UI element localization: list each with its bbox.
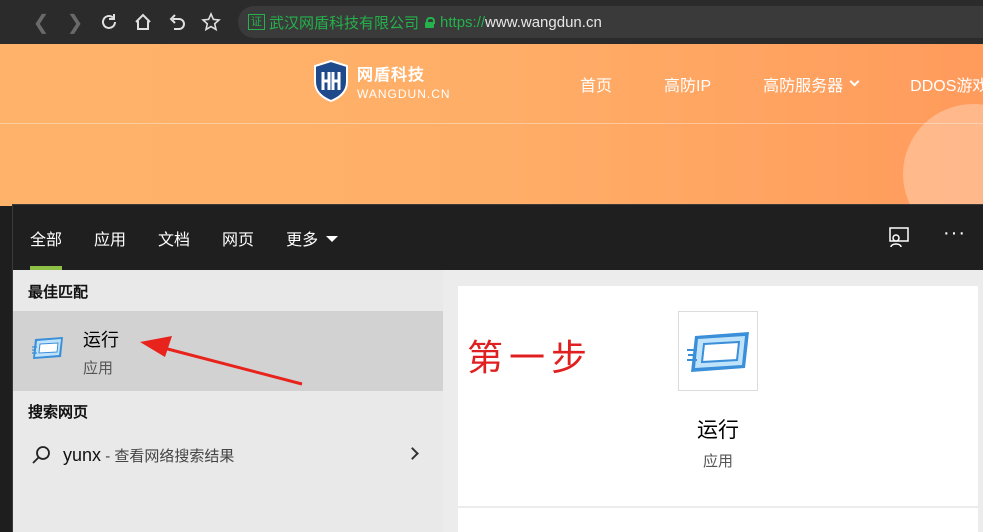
step-annotation: 第一步 [467, 338, 594, 379]
address-bar[interactable]: 证 武汉网盾科技有限公司 https:// www.wangdun.cn [238, 6, 983, 38]
nav-home[interactable]: 首页 [580, 72, 612, 96]
web-query: yunx [63, 445, 102, 465]
shield-logo-icon [314, 60, 348, 102]
nav-game-shield[interactable]: DDOS游戏盾 [910, 72, 983, 96]
reload-icon [102, 14, 116, 29]
back-button[interactable]: ❮ [24, 5, 58, 39]
url-host: www.wangdun.cn [485, 13, 602, 31]
tab-documents-label: 文档 [158, 231, 191, 249]
web-query-desc: - 查看网络搜索结果 [101, 448, 235, 465]
tab-web-label: 网页 [222, 231, 255, 249]
home-icon [135, 13, 151, 30]
detail-type: 应用 [702, 453, 733, 470]
cert-label: 证 [248, 14, 265, 30]
lock-icon [425, 17, 436, 28]
feedback-icon[interactable] [887, 225, 911, 249]
decorative-circle [903, 104, 983, 206]
detail-title: 运行 [697, 419, 739, 442]
undo-button[interactable] [160, 5, 194, 39]
detail-pane: 运行 应用 [443, 270, 983, 532]
detail-card: 运行 应用 [458, 286, 978, 506]
results-list: 最佳匹配 运行 应用 搜索网页 yunx - 查看网络搜索结果 [13, 270, 443, 532]
logo-domain: WANGDUN.CN [357, 87, 451, 101]
tab-more[interactable]: 更多 [286, 205, 339, 270]
more-options-icon[interactable]: ··· [943, 222, 966, 245]
run-app-large-icon [687, 332, 749, 372]
nav-ddos-ip[interactable]: 高防IP [664, 72, 711, 96]
web-search-heading: 搜索网页 [28, 404, 89, 421]
forward-button[interactable]: ❯ [58, 5, 92, 39]
search-icon [32, 446, 50, 464]
tab-apps[interactable]: 应用 [94, 205, 126, 270]
website-header: 网盾科技 WANGDUN.CN 首页 高防IP 高防服务器 DDOS游戏盾 [0, 44, 983, 206]
best-match-heading: 最佳匹配 [28, 284, 89, 301]
tab-all-label: 全部 [30, 231, 63, 249]
certificate-badge[interactable]: 证 武汉网盾科技有限公司 [248, 12, 419, 33]
tab-web[interactable]: 网页 [222, 205, 254, 270]
run-app-icon [32, 337, 63, 359]
search-tabs: 全部 应用 文档 网页 更多 ··· [13, 205, 983, 270]
logo-name: 网盾科技 [357, 67, 426, 84]
tab-documents[interactable]: 文档 [158, 205, 190, 270]
tab-all[interactable]: 全部 [30, 205, 63, 270]
undo-icon [169, 14, 185, 30]
browser-toolbar: ❮ ❯ 证 武汉网盾科技有限公司 https:// www.wangdun.cn [0, 0, 983, 44]
bookmark-button[interactable] [194, 5, 228, 39]
caret-down-icon [326, 235, 339, 242]
home-button[interactable] [126, 5, 160, 39]
detail-icon-box[interactable] [678, 311, 758, 391]
tab-apps-label: 应用 [94, 231, 127, 249]
detail-actions-card [458, 508, 978, 532]
best-match-title: 运行 [83, 330, 119, 350]
web-search-item[interactable]: yunx - 查看网络搜索结果 [13, 436, 443, 476]
best-match-type: 应用 [83, 360, 114, 377]
tab-more-label: 更多 [286, 231, 319, 249]
best-match-item[interactable]: 运行 应用 [13, 311, 443, 391]
divider [0, 123, 983, 124]
nav-servers-label: 高防服务器 [763, 78, 844, 95]
cert-org: 武汉网盾科技有限公司 [269, 14, 420, 32]
chevron-down-icon [849, 76, 860, 87]
chevron-right-icon[interactable] [406, 447, 419, 460]
star-icon [201, 12, 221, 32]
reload-button[interactable] [92, 5, 126, 39]
url-protocol: https:// [440, 13, 486, 31]
site-nav: 首页 高防IP 高防服务器 DDOS游戏盾 [580, 72, 983, 96]
nav-servers[interactable]: 高防服务器 [763, 72, 860, 96]
site-logo[interactable]: 网盾科技 WANGDUN.CN [313, 60, 451, 102]
